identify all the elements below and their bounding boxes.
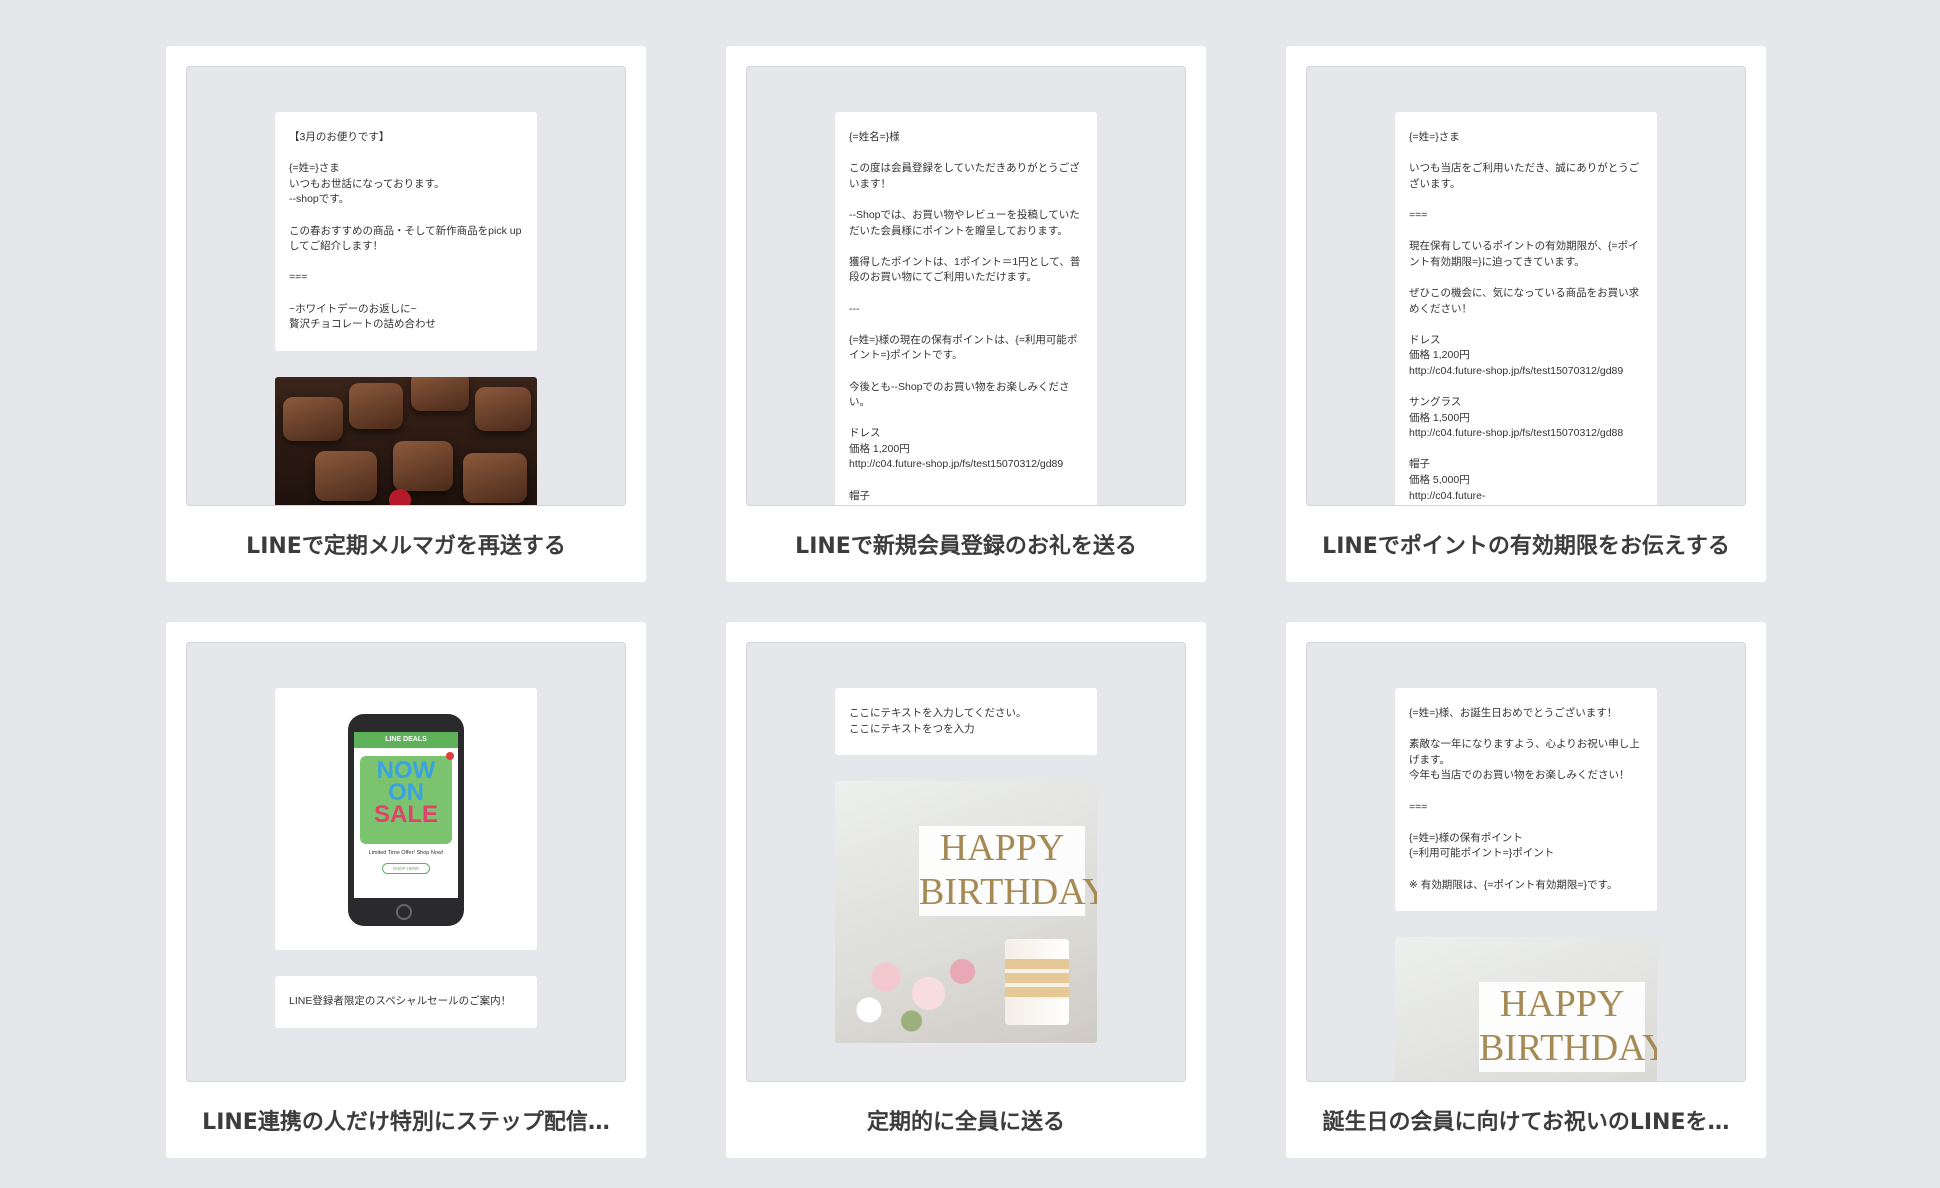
chocolate-image [275, 376, 537, 505]
birthday-text-1: HAPPY [1499, 983, 1625, 1026]
message-preview: 【3月のお便りです】 {=姓=}さま いつもお世話になっております。 --sho… [186, 66, 626, 506]
message-bubble: {=姓=}さま いつも当店をご利用いただき、誠にありがとうございます。 === … [1395, 112, 1657, 505]
message-preview: {=姓名=}様 この度は会員登録をしていただきありがとうございます！ --Sho… [746, 66, 1186, 506]
card-title: LINEで定期メルマガを再送する [246, 534, 566, 559]
offer-text: Limited Time Offer! Shop Now! [368, 850, 444, 856]
sale-graphic: NOW ON SALE [360, 756, 452, 844]
message-bubble: {=姓名=}様 この度は会員登録をしていただきありがとうございます！ --Sho… [835, 112, 1097, 505]
sale-line-3: SALE [373, 801, 438, 828]
card-title: 定期的に全員に送る [866, 1110, 1065, 1135]
cake-icon [1005, 939, 1069, 1026]
flowers-icon [835, 933, 1005, 1044]
template-card-birthday[interactable]: {=姓=}様、お誕生日おめでとうございます！ 素敵な一年になりますよう、心よりお… [1286, 622, 1766, 1158]
template-card-step-delivery[interactable]: LINE DEALS NOW ON SALE Limited Time Offe… [166, 622, 646, 1158]
shop-here-label: SHOP HERE [382, 863, 430, 874]
message-preview: {=姓=}様、お誕生日おめでとうございます！ 素敵な一年になりますよう、心よりお… [1306, 642, 1746, 1082]
smartphone-icon: LINE DEALS NOW ON SALE Limited Time Offe… [348, 714, 464, 926]
card-title: LINEでポイントの有効期限をお伝えする [1322, 534, 1730, 559]
card-title: LINEで新規会員登録のお礼を送る [795, 534, 1137, 559]
notification-badge-icon [446, 752, 454, 760]
message-bubble: LINE登録者限定のスペシャルセールのご案内！ [275, 976, 537, 1028]
phone-header: LINE DEALS [354, 732, 458, 748]
phone-sale-image: LINE DEALS NOW ON SALE Limited Time Offe… [275, 688, 537, 950]
message-preview: LINE DEALS NOW ON SALE Limited Time Offe… [186, 642, 626, 1082]
message-bubble: 【3月のお便りです】 {=姓=}さま いつもお世話になっております。 --sho… [275, 112, 537, 351]
birthday-text-1: HAPPY [939, 827, 1065, 870]
message-preview: {=姓=}さま いつも当店をご利用いただき、誠にありがとうございます。 === … [1306, 66, 1746, 506]
card-title: 誕生日の会員に向けてお祝いのLINEを… [1322, 1110, 1730, 1135]
card-title: LINE連携の人だけ特別にステップ配信… [202, 1110, 610, 1135]
birthday-text-2: BIRTHDAY [919, 871, 1097, 914]
birthday-text-2: BIRTHDAY [1479, 1027, 1657, 1070]
message-bubble: ここにテキストを入力してください。 ここにテキストをつを入力 [835, 688, 1097, 756]
template-card-resend-newsletter[interactable]: 【3月のお便りです】 {=姓=}さま いつもお世話になっております。 --sho… [166, 46, 646, 582]
message-bubble: {=姓=}様、お誕生日おめでとうございます！ 素敵な一年になりますよう、心よりお… [1395, 688, 1657, 912]
message-preview: ここにテキストを入力してください。 ここにテキストをつを入力 HAPPY BIR… [746, 642, 1186, 1082]
birthday-image: HAPPY BIRTHDAY [1395, 937, 1657, 1081]
template-card-regular-broadcast[interactable]: ここにテキストを入力してください。 ここにテキストをつを入力 HAPPY BIR… [726, 622, 1206, 1158]
template-card-point-expiry[interactable]: {=姓=}さま いつも当店をご利用いただき、誠にありがとうございます。 === … [1286, 46, 1766, 582]
birthday-image: HAPPY BIRTHDAY [835, 781, 1097, 1044]
template-grid: 【3月のお便りです】 {=姓=}さま いつもお世話になっております。 --sho… [166, 46, 1766, 1158]
template-card-member-thanks[interactable]: {=姓名=}様 この度は会員登録をしていただきありがとうございます！ --Sho… [726, 46, 1206, 582]
home-button-icon [396, 904, 412, 920]
